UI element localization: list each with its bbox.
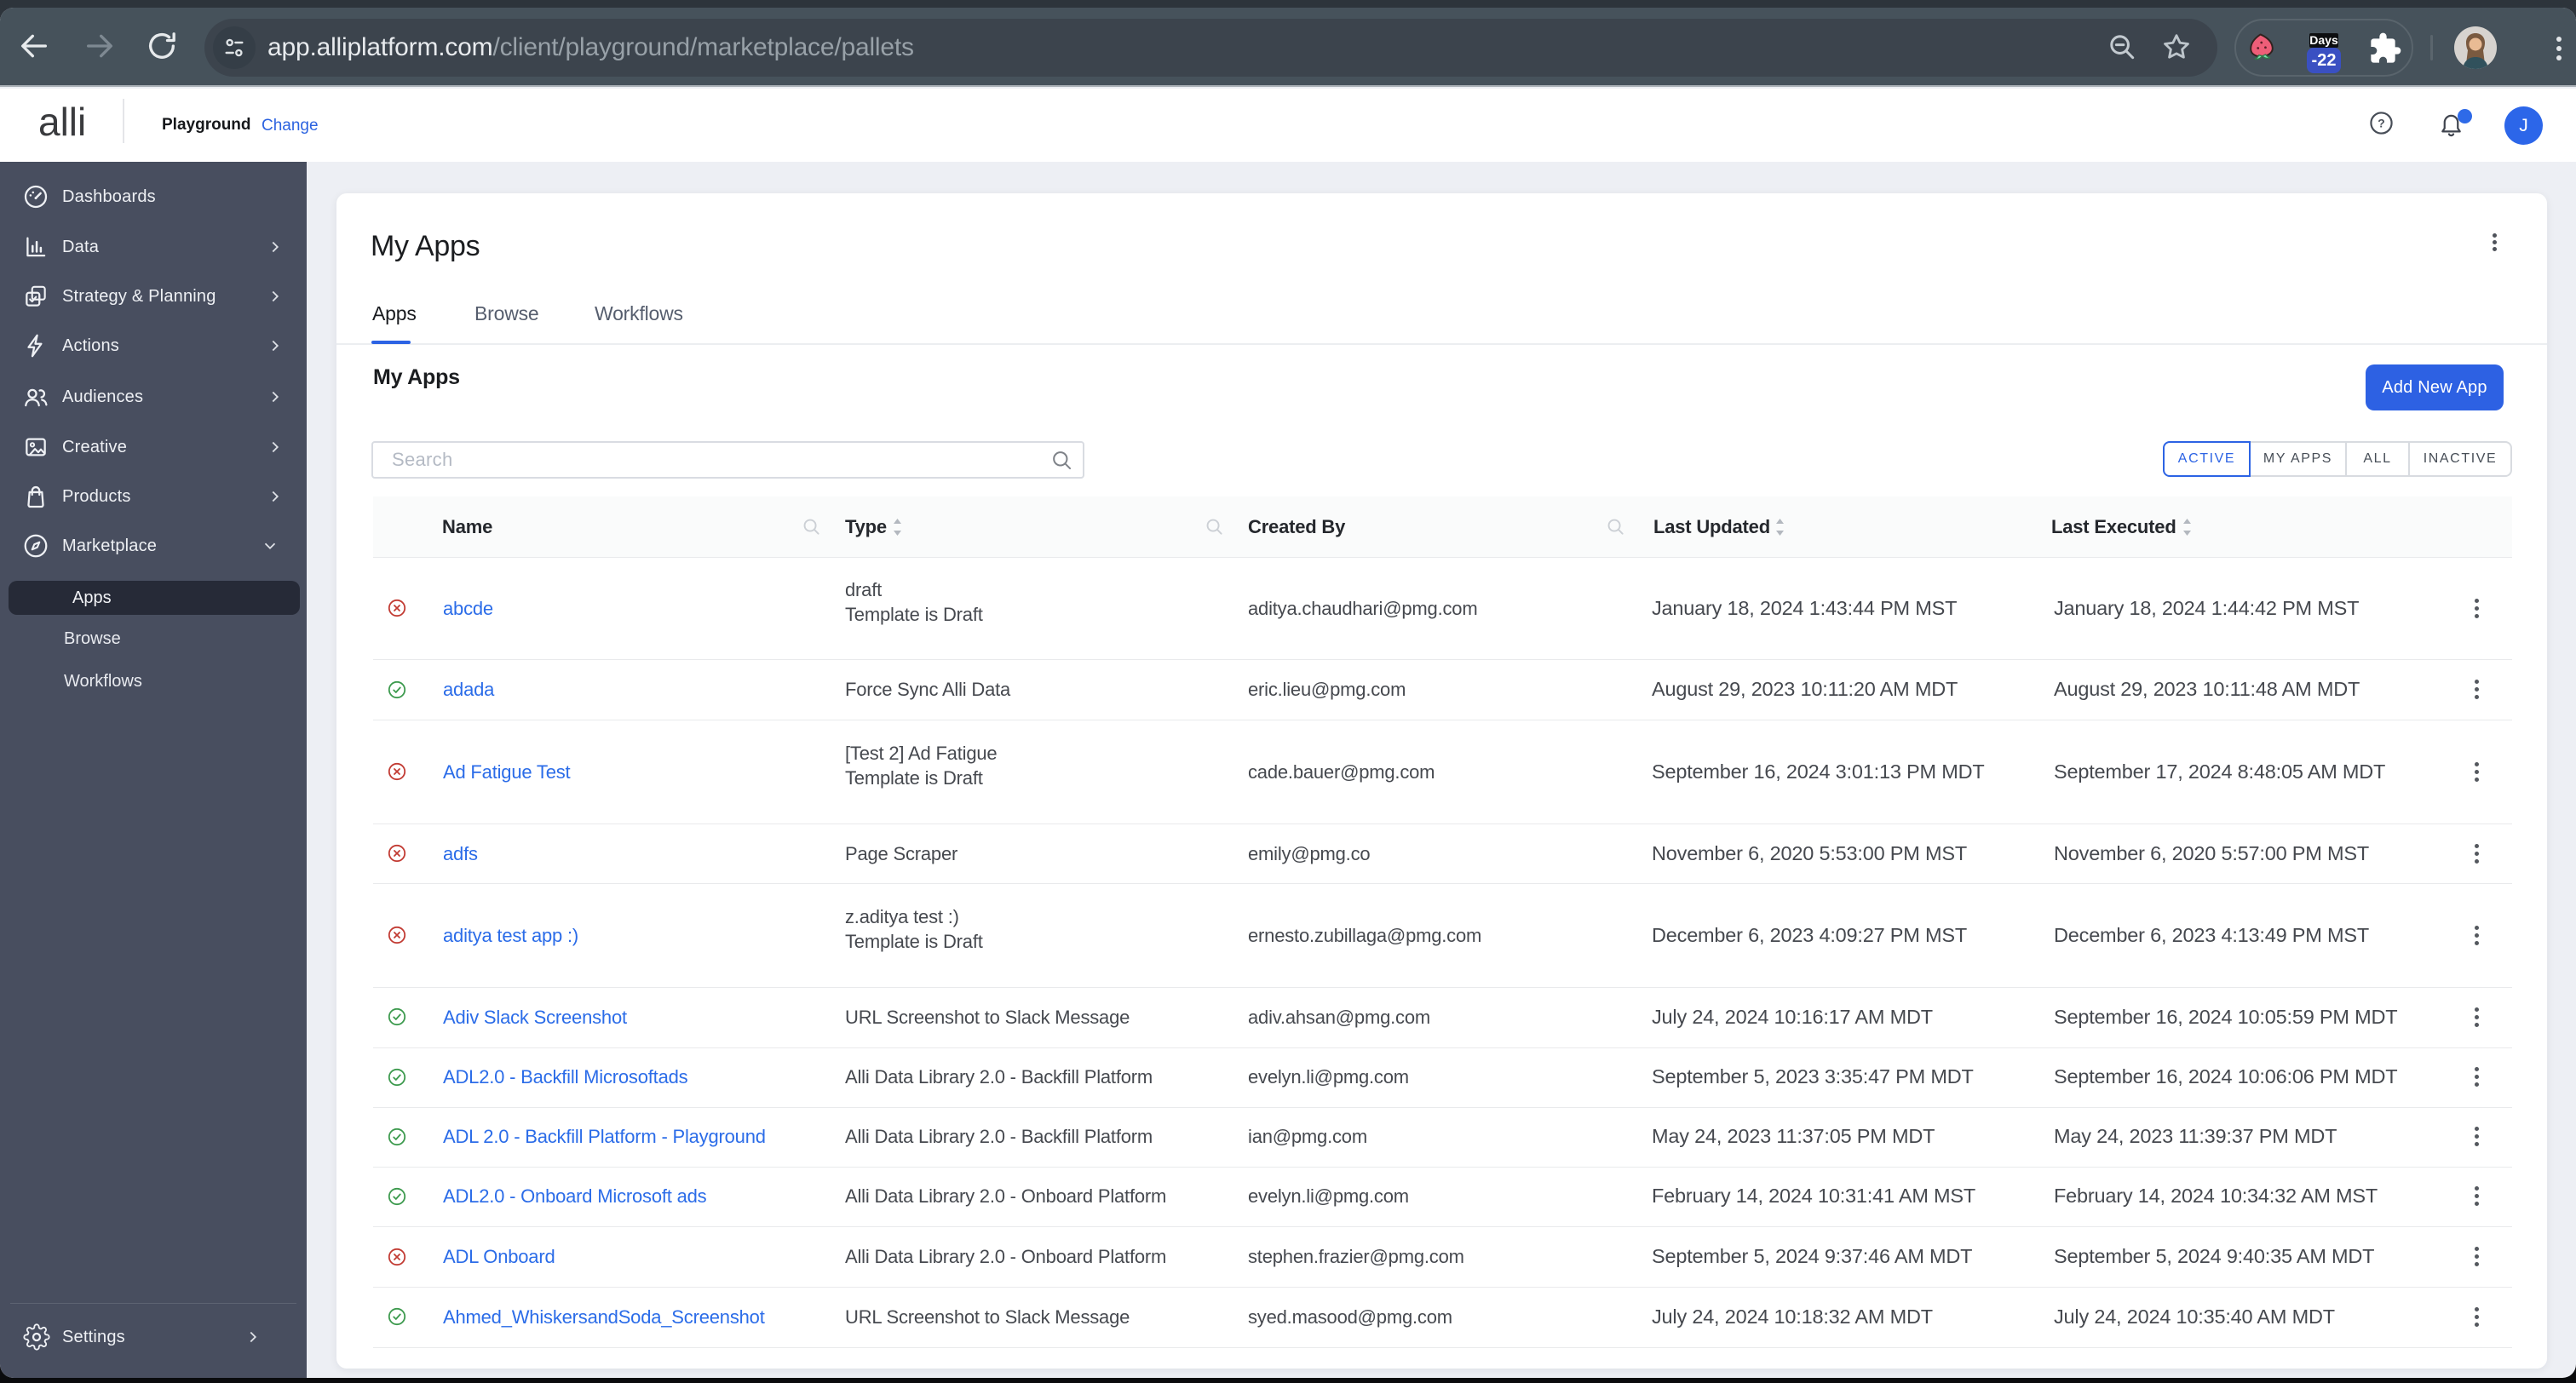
- svg-text:?: ?: [2378, 117, 2384, 130]
